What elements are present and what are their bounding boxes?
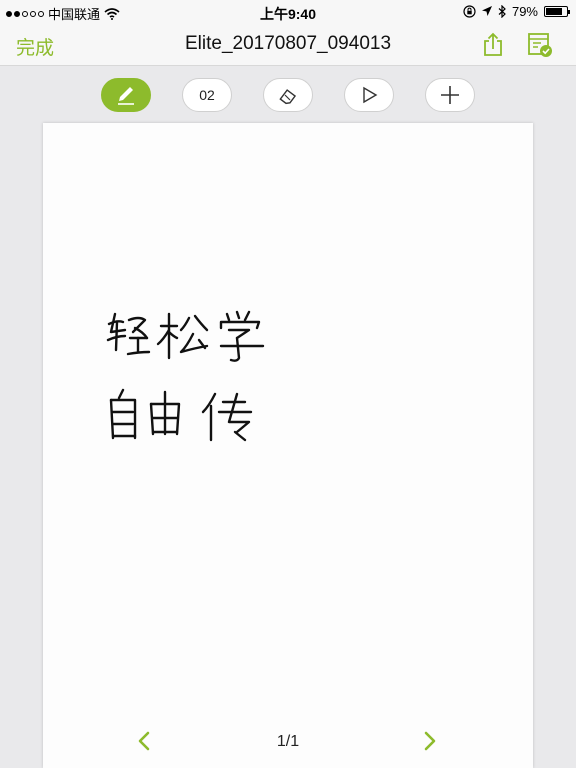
play-button[interactable] xyxy=(344,78,394,112)
pen-icon xyxy=(118,87,134,105)
eraser-icon xyxy=(279,89,297,105)
chevron-right-icon[interactable] xyxy=(420,729,440,753)
save-document-icon[interactable] xyxy=(527,32,553,58)
bluetooth-icon xyxy=(498,5,506,18)
handwritten-line-2 xyxy=(109,388,253,442)
plus-icon xyxy=(441,86,459,104)
pen-size-button[interactable]: 02 xyxy=(182,78,232,112)
battery-percent: 79% xyxy=(511,4,538,19)
location-icon xyxy=(481,6,492,16)
pen-tool-button[interactable] xyxy=(101,78,151,112)
play-icon xyxy=(363,86,378,104)
battery-icon xyxy=(544,6,570,17)
battery-fill xyxy=(546,8,562,15)
status-right: 79% xyxy=(463,4,570,19)
page-indicator: 1/1 xyxy=(276,733,300,750)
status-bar: 中国联通 上午9:40 79% xyxy=(0,0,576,24)
pen-size-label: 02 xyxy=(199,87,215,103)
orientation-lock-icon xyxy=(463,5,476,18)
handwritten-line-1 xyxy=(106,310,265,362)
add-page-button[interactable] xyxy=(425,78,475,112)
note-canvas[interactable] xyxy=(43,123,533,768)
done-button[interactable]: 完成 xyxy=(16,33,54,60)
share-icon[interactable] xyxy=(480,32,506,58)
navigation-bar: 完成 Elite_20170807_094013 xyxy=(0,24,576,66)
drawing-toolbar: 02 xyxy=(0,67,576,123)
eraser-tool-button[interactable] xyxy=(263,78,313,112)
chevron-left-icon[interactable] xyxy=(134,729,154,753)
